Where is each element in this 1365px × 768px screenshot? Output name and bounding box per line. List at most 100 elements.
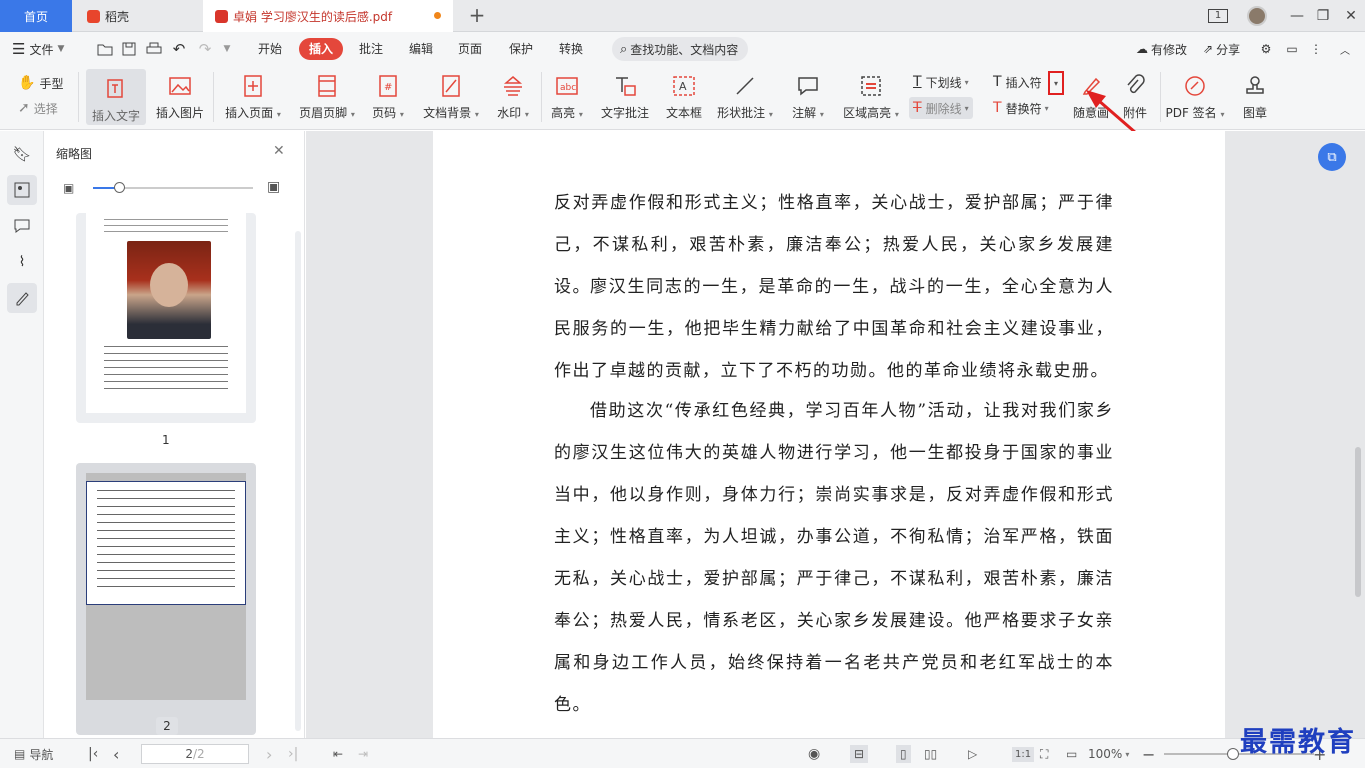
strikethrough-label: 删除线 bbox=[925, 101, 962, 116]
file-menu[interactable]: ☰ 文件 ▼ bbox=[12, 38, 74, 60]
thumbnail-panel: 缩略图 ✕ ▣ ▣ 1 2 bbox=[45, 131, 305, 738]
current-page: 2 bbox=[185, 747, 193, 761]
save-icon bbox=[122, 42, 136, 56]
shape-comment-label: 形状批注 bbox=[717, 106, 766, 120]
text-comment-button[interactable]: 文字批注 bbox=[598, 66, 652, 130]
zoom-in-thumbs-icon[interactable]: ▣ bbox=[267, 179, 280, 195]
highlight-button[interactable]: abc 高亮 ▾ bbox=[548, 66, 586, 130]
last-page-button[interactable]: ›| bbox=[288, 739, 298, 768]
restore-button[interactable]: ❐ bbox=[1308, 0, 1338, 32]
more-quick-button[interactable]: ▼ bbox=[216, 38, 238, 60]
annotation-button[interactable]: 注解 ▾ bbox=[788, 66, 828, 130]
select-tool-button[interactable]: ➚ 选择 bbox=[18, 97, 58, 119]
settings-button[interactable]: ⚙ bbox=[1255, 38, 1277, 60]
underline-icon: T bbox=[913, 74, 922, 90]
thumbnail-button[interactable] bbox=[7, 175, 37, 205]
zoom-select[interactable]: 100% ▾ bbox=[1088, 739, 1129, 768]
fit-page-button[interactable]: ⛶ bbox=[1040, 739, 1048, 768]
thumbnail-page-2[interactable] bbox=[76, 463, 256, 735]
highlight-icon: abc bbox=[553, 72, 581, 100]
thumb-size-handle[interactable] bbox=[114, 182, 125, 193]
insert-image-button[interactable]: 插入图片 bbox=[152, 66, 208, 130]
actual-size-button[interactable]: 1:1 bbox=[1012, 739, 1035, 768]
page-number-button[interactable]: # 页码 ▾ bbox=[368, 66, 408, 130]
shape-comment-button[interactable]: 形状批注 ▾ bbox=[714, 66, 776, 130]
insert-text-button[interactable]: 插入文字 bbox=[86, 69, 146, 125]
hamburger-icon: ☰ bbox=[12, 40, 26, 58]
zoom-slider-handle[interactable] bbox=[1227, 748, 1239, 760]
menu-convert[interactable]: 转换 bbox=[553, 38, 589, 60]
collapse-ribbon-button[interactable]: ︿ bbox=[1334, 38, 1356, 60]
next-page-button[interactable]: › bbox=[266, 739, 272, 768]
share-button[interactable]: ⇗ 分享 bbox=[1203, 38, 1253, 60]
menu-edit[interactable]: 编辑 bbox=[403, 38, 439, 60]
undo-button[interactable]: ↶ bbox=[168, 38, 190, 60]
replace-symbol-button[interactable]: T 替换符 ▾ bbox=[993, 97, 1049, 119]
chevron-down-icon: ▾ bbox=[964, 77, 969, 87]
tab-daoke[interactable]: 稻壳 bbox=[73, 0, 201, 32]
window-count-button[interactable]: 1 bbox=[1203, 0, 1233, 32]
insert-page-button[interactable]: 插入页面 ▾ bbox=[222, 66, 284, 130]
feedback-button[interactable]: ▭ bbox=[1281, 38, 1303, 60]
eye-protection-button[interactable]: ◉ bbox=[808, 739, 820, 768]
navigation-button[interactable]: ▤ 导航 bbox=[14, 739, 53, 768]
text-box-icon: A bbox=[670, 72, 698, 100]
prev-page-button[interactable]: ‹ bbox=[113, 739, 119, 768]
more-button[interactable]: ⋮ bbox=[1305, 38, 1327, 60]
document-scrollbar[interactable] bbox=[1355, 447, 1361, 597]
thumbnail-page-1[interactable] bbox=[76, 213, 256, 423]
back-button[interactable]: ⇤ bbox=[333, 739, 343, 768]
modified-button[interactable]: ☁ 有修改 bbox=[1136, 38, 1196, 60]
close-panel-button[interactable]: ✕ bbox=[273, 143, 285, 159]
avatar[interactable] bbox=[1242, 0, 1272, 32]
first-page-button[interactable]: |‹ bbox=[88, 739, 98, 768]
open-button[interactable] bbox=[94, 38, 116, 60]
hand-tool-label: 手型 bbox=[39, 76, 64, 91]
menu-page[interactable]: 页面 bbox=[452, 38, 488, 60]
print-button[interactable] bbox=[143, 38, 165, 60]
insert-symbol-dropdown[interactable]: ▾ bbox=[1048, 71, 1064, 95]
bookmark-button[interactable]: 🔖︎ bbox=[7, 139, 37, 169]
single-page-button[interactable]: ▯ bbox=[896, 739, 911, 768]
menu-comment[interactable]: 批注 bbox=[353, 38, 389, 60]
comments-button[interactable] bbox=[7, 211, 37, 241]
search-input[interactable]: ⌕ 查找功能、文档内容 bbox=[612, 37, 748, 61]
menu-insert-label: 插入 bbox=[309, 42, 334, 56]
strikethrough-button[interactable]: T 删除线 ▾ bbox=[909, 97, 973, 119]
zoom-out-thumbs-icon[interactable]: ▣ bbox=[63, 181, 74, 195]
hand-tool-button[interactable]: ✋ 手型 bbox=[18, 72, 63, 94]
chevron-right-icon: › bbox=[266, 744, 273, 764]
double-page-button[interactable]: ▯▯ bbox=[924, 739, 937, 768]
menu-start[interactable]: 开始 bbox=[252, 38, 288, 60]
fit-width-button[interactable]: ⊟ bbox=[850, 739, 869, 768]
tab-document[interactable]: 卓娟 学习廖汉生的读后感.pdf bbox=[203, 0, 453, 32]
area-highlight-button[interactable]: 区域高亮 ▾ bbox=[840, 66, 902, 130]
signature-icon bbox=[1181, 72, 1209, 100]
watermark-button[interactable]: 水印 ▾ bbox=[493, 66, 533, 130]
thumbnail-scrollbar[interactable] bbox=[295, 231, 301, 731]
floating-assistant-button[interactable]: ⧉ bbox=[1318, 143, 1346, 171]
insert-symbol-button[interactable]: T 插入符 bbox=[993, 71, 1042, 93]
menu-protect[interactable]: 保护 bbox=[503, 38, 539, 60]
new-tab-button[interactable]: + bbox=[466, 4, 488, 28]
play-button[interactable]: ▷ bbox=[968, 739, 977, 768]
text-box-button[interactable]: A 文本框 bbox=[662, 66, 706, 130]
attachments-button[interactable]: ⌇ bbox=[7, 247, 37, 277]
doc-background-button[interactable]: 文档背景 ▾ bbox=[420, 66, 482, 130]
underline-button[interactable]: T 下划线 ▾ bbox=[913, 71, 969, 93]
gear-icon: ⚙ bbox=[1260, 42, 1272, 56]
menu-protect-label: 保护 bbox=[509, 42, 534, 56]
fullscreen-button[interactable]: ▭ bbox=[1066, 739, 1077, 768]
menu-insert[interactable]: 插入 bbox=[299, 38, 344, 60]
zoom-out-button[interactable]: − bbox=[1142, 739, 1155, 768]
tab-document-label: 卓娟 学习廖汉生的读后感.pdf bbox=[233, 9, 393, 24]
page-number-input[interactable]: 2/2 bbox=[141, 739, 249, 768]
stamp-button[interactable]: 图章 bbox=[1238, 66, 1272, 130]
redo-button[interactable]: ↷ bbox=[194, 38, 216, 60]
signature-panel-button[interactable] bbox=[7, 283, 37, 313]
save-button[interactable] bbox=[118, 38, 140, 60]
header-footer-button[interactable]: 页眉页脚 ▾ bbox=[296, 66, 358, 130]
tab-home[interactable]: 首页 bbox=[0, 0, 72, 32]
close-window-button[interactable]: ✕ bbox=[1336, 0, 1365, 32]
forward-button[interactable]: ⇥ bbox=[358, 739, 368, 768]
